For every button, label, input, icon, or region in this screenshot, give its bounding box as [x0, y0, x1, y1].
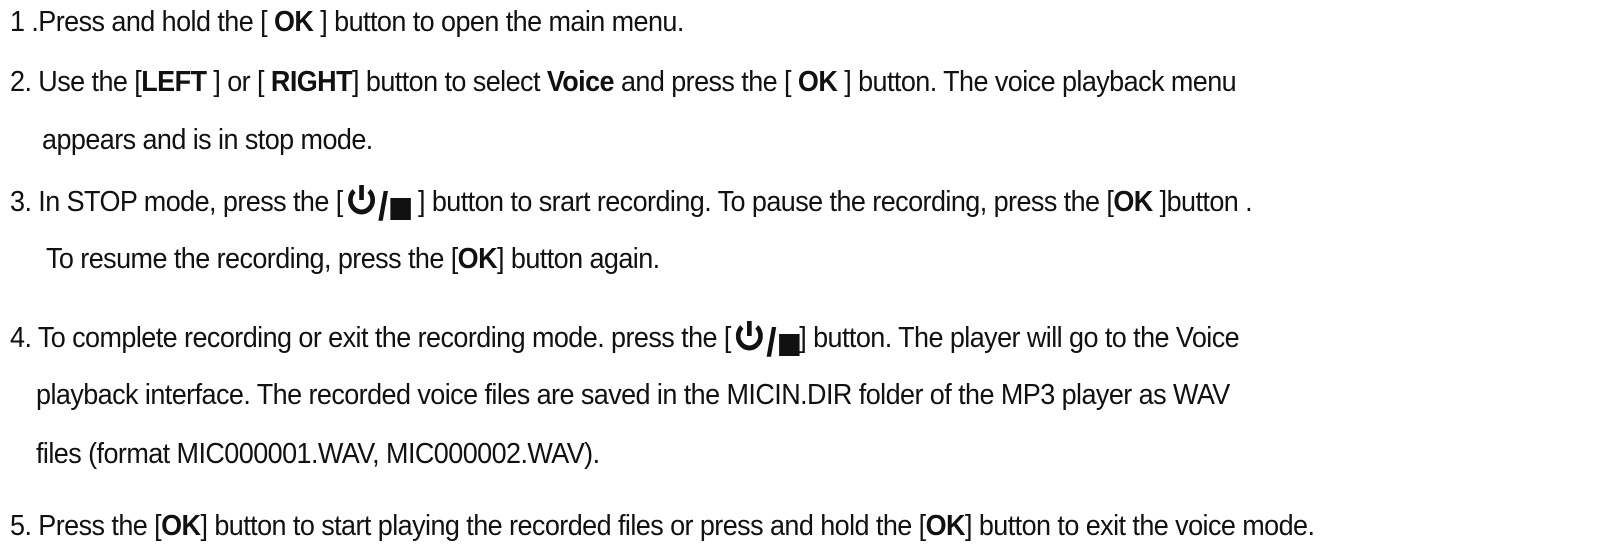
step-3-text-a: 3. In STOP mode, press the [ [10, 186, 343, 218]
ok-button-label: OK [797, 66, 838, 98]
step-5-text-a: 5. Press the [ [10, 510, 162, 542]
step-4-text-b: ] button. The player will go to the Voic… [799, 322, 1240, 354]
voice-menu-label: Voice [546, 66, 615, 98]
stop-icon [778, 334, 800, 356]
step-1-line: 1 .Press and hold the [ OK ] button to o… [10, 4, 684, 40]
step-2-text-cont: appears and is in stop mode. [42, 124, 373, 156]
power-icon [736, 321, 763, 351]
step-3-line: 3. In STOP mode, press the [ / ] button t… [10, 182, 1253, 227]
step-4-continuation-1: playback interface. The recorded voice f… [36, 377, 1230, 413]
power-stop-icon: / [731, 318, 800, 363]
step-2-text-a: 2. Use the [ [10, 66, 142, 98]
step-5-text-b: ] button to start playing the recorded f… [200, 510, 926, 542]
step-4-text-a: 4. To complete recording or exit the rec… [10, 322, 731, 354]
step-2-text-d: and press the [ [614, 66, 798, 98]
step-2-text-c: ] button to select [352, 66, 547, 98]
step-2-text-b: ] or [ [206, 66, 271, 98]
step-3-cont-b: ] button again. [497, 243, 660, 275]
step-2-continuation: appears and is in stop mode. [42, 122, 373, 158]
stop-icon [390, 198, 412, 220]
step-3-continuation: To resume the recording, press the [OK] … [46, 241, 660, 277]
slash-icon: / [378, 185, 388, 229]
step-4-continuation-2: files (format MIC000001.WAV, MIC000002.W… [36, 436, 600, 472]
step-1-text-b: ] button to open the main menu. [313, 6, 684, 38]
left-button-label: LEFT [141, 66, 207, 98]
slash-icon: / [766, 321, 776, 365]
right-button-label: RIGHT [270, 66, 353, 98]
step-3-text-b: ] button to srart recording. To pause th… [411, 186, 1114, 218]
ok-button-label: OK [925, 510, 966, 542]
ok-button-label: OK [1113, 186, 1153, 218]
ok-button-label: OK [273, 6, 314, 38]
instruction-document: 1 .Press and hold the [ OK ] button to o… [0, 0, 1609, 556]
step-1-text-a: 1 .Press and hold the [ [10, 6, 274, 38]
step-3-cont-a: To resume the recording, press the [ [46, 243, 458, 275]
power-icon [347, 185, 375, 215]
step-2-line: 2. Use the [LEFT ] or [ RIGHT] button to… [10, 64, 1237, 100]
step-3-text-c: ]button . [1152, 186, 1253, 218]
step-5-text-c: ] button to exit the voice mode. [964, 510, 1315, 542]
step-4-cont-1: playback interface. The recorded voice f… [36, 379, 1230, 411]
power-stop-icon: / [343, 182, 412, 227]
step-2-text-e: ] button. The voice playback menu [837, 66, 1237, 98]
step-4-cont-2: files (format MIC000001.WAV, MIC000002.W… [36, 438, 600, 470]
step-4-line: 4. To complete recording or exit the rec… [10, 318, 1240, 363]
step-5-line: 5. Press the [OK] button to start playin… [10, 508, 1315, 544]
ok-button-label: OK [457, 243, 498, 275]
ok-button-label: OK [161, 510, 201, 542]
